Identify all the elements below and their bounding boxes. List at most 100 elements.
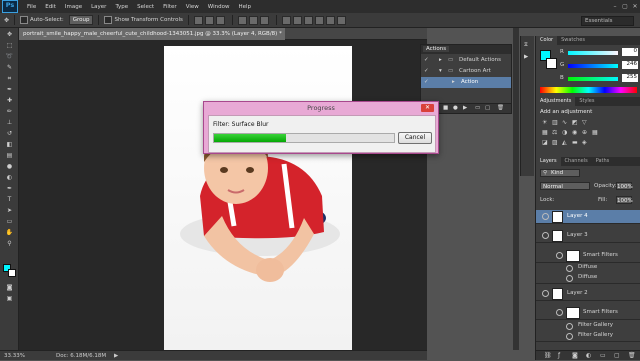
b-value[interactable]: 255 [622, 74, 638, 82]
expand-arrow-icon[interactable]: ▸ [452, 79, 455, 85]
menu-select[interactable]: Select [137, 4, 154, 10]
auto-select-dropdown[interactable]: Group [68, 15, 94, 25]
move-tool-icon[interactable]: ✥ [5, 31, 14, 38]
distribute-icon[interactable] [325, 15, 335, 25]
document-tab[interactable]: portrait_smile_happy_male_cheerful_cute_… [19, 28, 285, 40]
menu-filter[interactable]: Filter [163, 4, 177, 10]
path-select-tool-icon[interactable]: ➤ [5, 207, 14, 214]
group-folder-icon[interactable]: ▭ [600, 352, 606, 359]
actions-tab[interactable]: Actions [423, 46, 450, 52]
zoom-tool-icon[interactable]: ⚲ [5, 240, 14, 247]
menu-help[interactable]: Help [238, 4, 251, 10]
layer-row-layer-2[interactable]: Layer 2 [536, 287, 640, 301]
g-value[interactable]: 246 [622, 61, 638, 69]
distribute-icon[interactable] [336, 15, 346, 25]
menu-window[interactable]: Window [208, 4, 230, 10]
link-icon[interactable]: ⛓ [544, 352, 552, 359]
crop-tool-icon[interactable]: ⌗ [5, 75, 14, 82]
gradient-tool-icon[interactable]: ▤ [5, 152, 14, 159]
workspace-switcher[interactable]: Essentials [581, 16, 634, 26]
align-right-icon[interactable] [259, 15, 269, 25]
mask-icon[interactable]: ◙ [572, 352, 578, 359]
panel-dock-strip[interactable] [513, 28, 519, 350]
hue-saturation-icon[interactable]: ▦ [542, 129, 548, 136]
new-action-icon[interactable]: ▢ [485, 105, 490, 111]
visibility-eye-icon[interactable] [542, 213, 549, 220]
menu-file[interactable]: File [27, 4, 36, 10]
shape-tool-icon[interactable]: ▭ [5, 218, 14, 225]
actions-icon[interactable]: ▶ [524, 54, 528, 60]
check-icon[interactable]: ✓ [424, 79, 429, 85]
tab-adjustments[interactable]: Adjustments [536, 97, 576, 106]
color-channel-b[interactable]: B 255 [560, 74, 638, 84]
new-layer-icon[interactable]: ▢ [614, 352, 620, 359]
filter-name[interactable]: Filter Gallery [578, 322, 613, 328]
dodge-tool-icon[interactable]: ◐ [5, 174, 14, 181]
posterize-icon[interactable]: ▨ [552, 139, 558, 146]
filter-row-filter-gallery[interactable]: Filter Gallery [536, 321, 640, 331]
clone-stamp-tool-icon[interactable]: ⊥ [5, 119, 14, 126]
opacity-value[interactable]: 100% [616, 182, 633, 190]
tab-layers[interactable]: Layers [536, 157, 561, 166]
brightness-icon[interactable]: ☀ [542, 119, 547, 126]
auto-select-checkbox[interactable] [20, 16, 29, 24]
background-color-swatch[interactable] [546, 58, 557, 69]
align-bottom-icon[interactable] [215, 15, 225, 25]
menu-layer[interactable]: Layer [91, 4, 106, 10]
visibility-eye-icon[interactable] [566, 333, 573, 340]
maximize-button[interactable]: ▢ [620, 2, 630, 11]
curves-icon[interactable]: ∿ [562, 119, 567, 126]
action-set-row[interactable]: ✓ ▾ ▭ Cartoon Art [421, 66, 511, 77]
background-color-swatch[interactable] [8, 269, 16, 277]
minimize-button[interactable]: – [610, 2, 620, 11]
document-image[interactable] [164, 46, 352, 350]
visibility-eye-icon[interactable] [542, 232, 549, 239]
record-icon[interactable]: ● [453, 105, 458, 111]
eyedropper-tool-icon[interactable]: ✒ [5, 86, 14, 93]
color-channel-g[interactable]: G 246 [560, 61, 638, 71]
visibility-eye-icon[interactable] [556, 252, 563, 259]
menu-type[interactable]: Type [115, 4, 128, 10]
g-slider[interactable] [568, 64, 618, 68]
channel-mixer-icon[interactable]: ⊕ [582, 129, 587, 136]
filter-name[interactable]: Diffuse [578, 264, 597, 270]
tab-paths[interactable]: Paths [592, 157, 614, 166]
levels-icon[interactable]: ▥ [552, 119, 558, 126]
exposure-icon[interactable]: ◩ [572, 119, 578, 126]
trash-icon[interactable]: 🗑 [628, 352, 636, 359]
gradient-map-icon[interactable]: ▬ [572, 139, 578, 146]
check-icon[interactable]: ✓ [424, 57, 429, 63]
color-channel-r[interactable]: R 0 [560, 48, 638, 58]
lasso-tool-icon[interactable]: ➰ [5, 53, 14, 60]
filter-row-filter-gallery[interactable]: Filter Gallery [536, 331, 640, 342]
threshold-icon[interactable]: ◭ [562, 139, 567, 146]
align-top-icon[interactable] [193, 15, 203, 25]
history-brush-tool-icon[interactable]: ↺ [5, 130, 14, 137]
collapse-arrow-icon[interactable]: ▾ [439, 68, 442, 74]
layer-row-layer-3[interactable]: Layer 3 [536, 229, 640, 243]
black-white-icon[interactable]: ◑ [562, 129, 567, 136]
layer-filter-kind[interactable]: ⚲ Kind [540, 169, 580, 177]
distribute-icon[interactable] [303, 15, 313, 25]
pen-tool-icon[interactable]: ✒ [5, 185, 14, 192]
distribute-icon[interactable] [281, 15, 291, 25]
type-tool-icon[interactable]: T [5, 196, 14, 203]
brush-tool-icon[interactable]: ✏ [5, 108, 14, 115]
selective-color-icon[interactable]: ◈ [582, 139, 587, 146]
blend-mode-dropdown[interactable]: Normal [540, 182, 590, 190]
tab-swatches[interactable]: Swatches [557, 36, 589, 45]
cancel-button[interactable]: Cancel [398, 132, 432, 144]
history-icon[interactable]: ⧖ [524, 42, 528, 49]
vibrance-icon[interactable]: ▽ [582, 119, 587, 126]
healing-tool-icon[interactable]: ✚ [5, 97, 14, 104]
screen-mode-icon[interactable]: ▣ [5, 295, 14, 302]
filter-name[interactable]: Filter Gallery [578, 332, 613, 338]
r-slider[interactable] [568, 51, 618, 55]
eraser-tool-icon[interactable]: ◧ [5, 141, 14, 148]
invert-icon[interactable]: ◪ [542, 139, 548, 146]
delete-icon[interactable]: 🗑 [497, 105, 504, 111]
color-lookup-icon[interactable]: ▦ [592, 129, 598, 136]
layer-name[interactable]: Smart Filters [583, 252, 618, 258]
distribute-icon[interactable] [314, 15, 324, 25]
visibility-eye-icon[interactable] [566, 323, 573, 330]
